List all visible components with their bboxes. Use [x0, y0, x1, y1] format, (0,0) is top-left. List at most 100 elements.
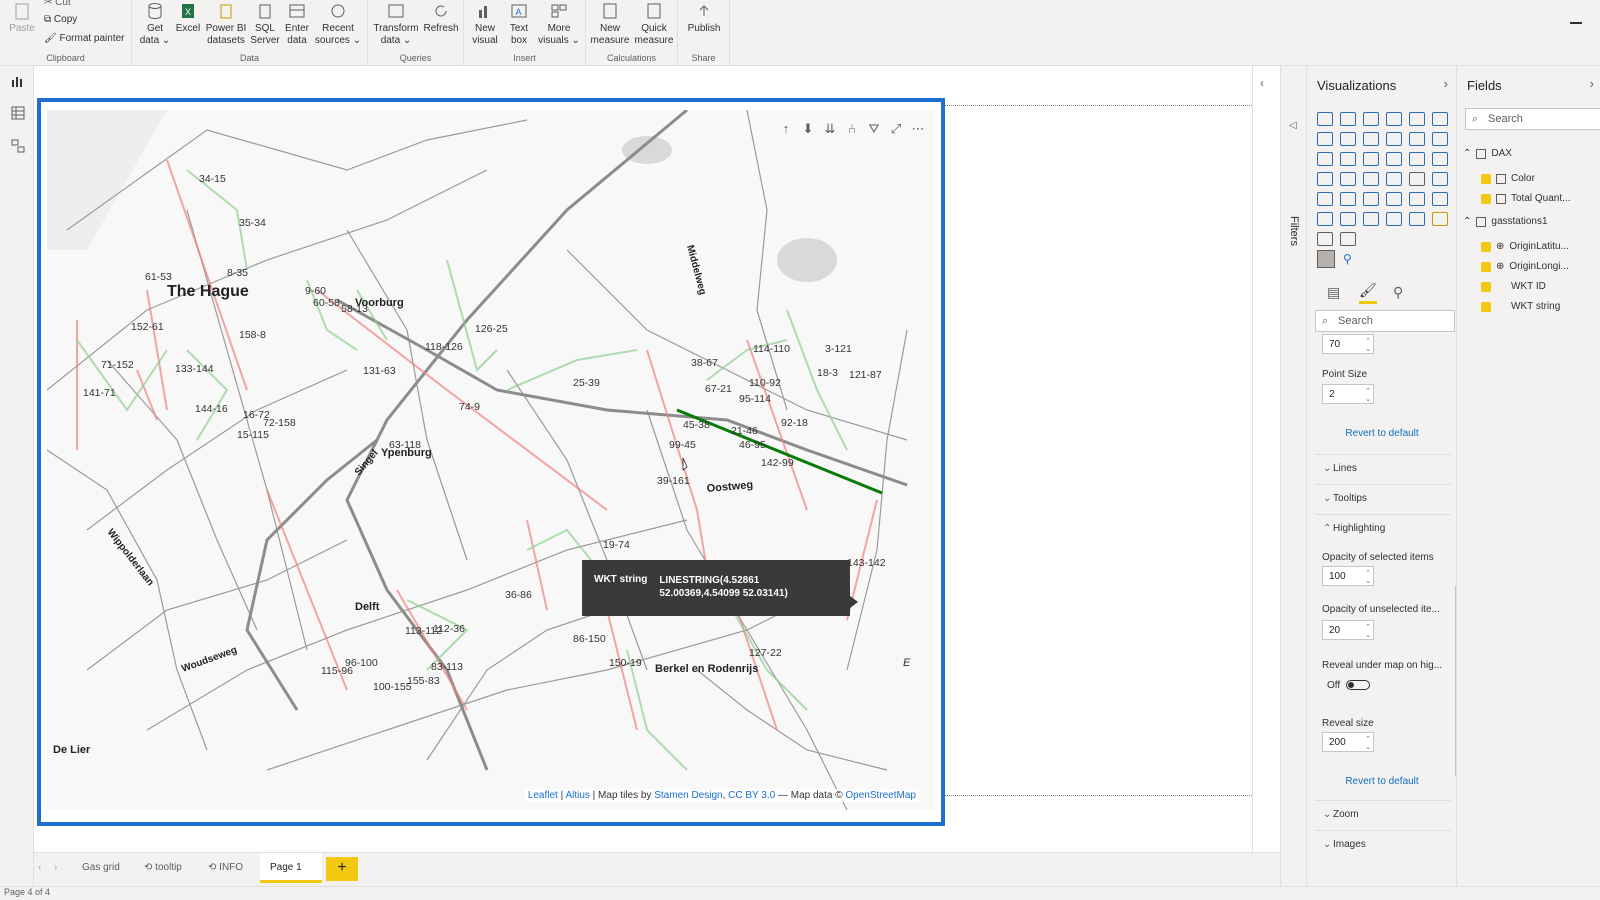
visual-type-icon[interactable]: [1317, 152, 1333, 166]
visual-type-icon[interactable]: [1340, 112, 1356, 126]
visual-type-icon[interactable]: [1432, 132, 1448, 146]
add-page-button[interactable]: +: [326, 857, 358, 881]
checkbox-icon[interactable]: [1481, 281, 1491, 292]
visual-type-icon[interactable]: [1317, 172, 1333, 186]
copy-button[interactable]: ⧉ Copy: [44, 14, 77, 25]
visual-type-icon[interactable]: [1409, 192, 1425, 206]
selected-visual-icon[interactable]: [1317, 250, 1335, 268]
visual-type-icon[interactable]: [1409, 132, 1425, 146]
checkbox-icon[interactable]: [1481, 173, 1491, 184]
visual-type-icon[interactable]: [1317, 232, 1333, 246]
tab-gas-grid[interactable]: Gas grid: [72, 853, 130, 883]
more-visuals-button[interactable]: More visuals ⌄: [536, 2, 582, 47]
visual-type-icon[interactable]: [1317, 192, 1333, 206]
tab-tooltip[interactable]: ⟲ tooltip: [134, 853, 192, 883]
paste-button[interactable]: Paste: [8, 2, 36, 35]
tab-info[interactable]: ⟲ INFO: [198, 853, 253, 883]
visual-type-icon[interactable]: [1340, 232, 1356, 246]
drill-down-icon[interactable]: ⬇: [801, 122, 815, 136]
visual-type-icon[interactable]: [1340, 212, 1356, 226]
checkbox-icon[interactable]: [1481, 261, 1491, 272]
visual-type-icon[interactable]: [1432, 172, 1448, 186]
field-total-quant[interactable]: Total Quant...: [1481, 193, 1570, 204]
section-tooltips[interactable]: ⌄ Tooltips: [1315, 484, 1451, 512]
top-value-stepper[interactable]: 70: [1322, 334, 1374, 354]
visual-type-icon[interactable]: [1409, 112, 1425, 126]
quick-measure-button[interactable]: Quick measure: [632, 2, 676, 47]
leaflet-link[interactable]: Leaflet: [528, 790, 558, 801]
format-painter-button[interactable]: 🖌 Format painter: [44, 33, 125, 44]
map-visual[interactable]: The Hague Voorburg Ypenburg Delft Berkel…: [37, 98, 945, 826]
transform-data-button[interactable]: Transform data ⌄: [372, 2, 420, 47]
table-dax[interactable]: ⌃ DAX: [1463, 148, 1512, 159]
more-options-icon[interactable]: ⋯: [911, 122, 925, 136]
visual-type-icon[interactable]: [1432, 212, 1448, 226]
sql-server-button[interactable]: SQL Server: [250, 2, 280, 47]
expand-viz-icon[interactable]: ›: [1444, 76, 1448, 91]
visual-type-icon[interactable]: [1363, 132, 1379, 146]
visual-type-icon[interactable]: [1340, 172, 1356, 186]
refresh-button[interactable]: Refresh: [422, 2, 460, 35]
stamen-link[interactable]: Stamen Design: [654, 790, 722, 801]
format-search-input[interactable]: ⌕ Search: [1315, 310, 1455, 332]
visual-type-icon[interactable]: [1409, 172, 1425, 186]
toggle-switch[interactable]: [1346, 680, 1371, 691]
checkbox-icon[interactable]: [1481, 193, 1491, 204]
visual-type-icon[interactable]: [1386, 172, 1402, 186]
altius-link[interactable]: Altius: [565, 790, 589, 801]
visual-type-icon[interactable]: [1317, 132, 1333, 146]
checkbox-icon[interactable]: [1481, 241, 1491, 252]
excel-button[interactable]: X Excel: [174, 2, 202, 35]
visual-type-icon[interactable]: [1363, 172, 1379, 186]
opacity-unselected-stepper[interactable]: 20: [1322, 620, 1374, 640]
section-lines[interactable]: ⌄ Lines: [1315, 454, 1451, 482]
text-box-button[interactable]: A Text box: [504, 2, 534, 47]
visual-type-icon[interactable]: [1432, 112, 1448, 126]
focus-mode-icon[interactable]: ⤢: [889, 122, 903, 136]
filters-pane[interactable]: ◁ Filters: [1280, 66, 1306, 886]
model-view-icon[interactable]: [11, 139, 25, 153]
visual-type-icon[interactable]: [1386, 152, 1402, 166]
osm-link[interactable]: OpenStreetMap: [845, 790, 916, 801]
minimize-ribbon-icon[interactable]: [1570, 22, 1582, 24]
visual-type-icon[interactable]: [1386, 112, 1402, 126]
visual-type-icon[interactable]: [1386, 192, 1402, 206]
field-origin-longitude[interactable]: ⊕ OriginLongi...: [1481, 261, 1569, 272]
opacity-selected-stepper[interactable]: 100: [1322, 566, 1374, 586]
fields-tab-icon[interactable]: ▤: [1327, 284, 1340, 301]
cut-button[interactable]: ✂ Cut: [44, 0, 71, 8]
map-svg[interactable]: The Hague Voorburg Ypenburg Delft Berkel…: [47, 110, 935, 810]
visual-type-icon[interactable]: [1386, 212, 1402, 226]
next-page-icon[interactable]: ›: [54, 862, 57, 873]
expand-fields-icon[interactable]: ›: [1590, 76, 1594, 91]
fields-search-input[interactable]: ⌕ Search: [1465, 108, 1600, 130]
expand-next-icon[interactable]: ⑃: [845, 122, 859, 136]
field-color[interactable]: Color: [1481, 173, 1535, 184]
new-visual-button[interactable]: New visual: [468, 2, 502, 47]
format-tab-icon[interactable]: 🖌: [1359, 282, 1377, 304]
visual-type-icon[interactable]: [1432, 192, 1448, 206]
field-wkt-id[interactable]: WKT ID: [1481, 281, 1546, 292]
visual-type-icon[interactable]: [1340, 152, 1356, 166]
reveal-toggle[interactable]: Off: [1327, 680, 1371, 691]
visual-type-icon[interactable]: [1409, 212, 1425, 226]
enter-data-button[interactable]: Enter data: [282, 2, 312, 47]
field-wkt-string[interactable]: WKT string: [1481, 301, 1560, 312]
recent-sources-button[interactable]: Recent sources ⌄: [314, 2, 362, 47]
visual-type-icon[interactable]: [1340, 192, 1356, 206]
qa-visual-icon[interactable]: ⚲: [1343, 252, 1352, 266]
visual-type-icon[interactable]: [1363, 112, 1379, 126]
publish-button[interactable]: Publish: [682, 2, 726, 35]
point-size-stepper[interactable]: 2: [1322, 384, 1374, 404]
visual-type-icon[interactable]: [1386, 132, 1402, 146]
power-bi-datasets-button[interactable]: Power BI datasets: [204, 2, 248, 47]
revert-default-link-2[interactable]: Revert to default: [1307, 776, 1457, 787]
data-view-icon[interactable]: [11, 106, 25, 120]
visual-type-icon[interactable]: [1363, 192, 1379, 206]
drill-up-icon[interactable]: ↑: [779, 122, 793, 136]
expand-level-icon[interactable]: ⇊: [823, 122, 837, 136]
revert-default-link-1[interactable]: Revert to default: [1307, 428, 1457, 439]
checkbox-icon[interactable]: [1481, 301, 1491, 312]
field-origin-latitude[interactable]: ⊕ OriginLatitu...: [1481, 241, 1569, 252]
prev-page-icon[interactable]: ‹: [38, 862, 41, 873]
